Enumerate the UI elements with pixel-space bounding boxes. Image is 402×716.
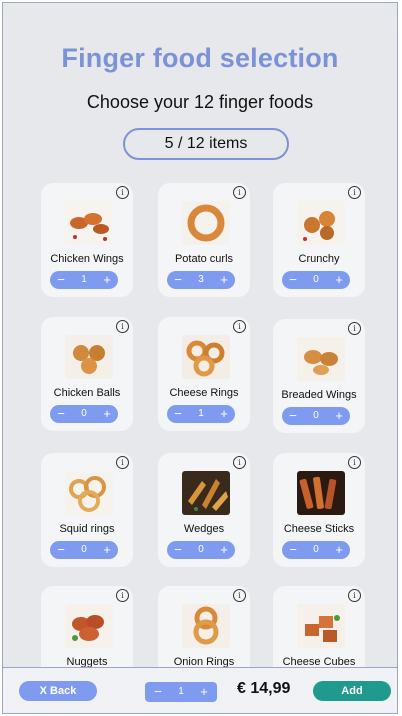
order-quantity-value: 1 xyxy=(178,686,184,697)
food-name: Breaded Wings xyxy=(281,389,357,401)
bottom-action-bar: X Back − 1 + € 14,99 Add xyxy=(3,667,397,713)
quantity-stepper: − 0 + xyxy=(50,541,118,559)
info-icon[interactable]: i xyxy=(348,589,361,602)
items-counter: 5 / 12 items xyxy=(123,128,289,160)
breaded-wings-image xyxy=(297,337,345,381)
info-icon[interactable]: i xyxy=(233,186,246,199)
cheese-sticks-image xyxy=(297,471,345,515)
increment-button[interactable]: + xyxy=(217,271,231,289)
decrement-button[interactable]: − xyxy=(54,541,68,559)
quantity-stepper: − 0 + xyxy=(50,405,118,423)
decrement-button[interactable]: − xyxy=(151,683,165,701)
food-name: Chicken Balls xyxy=(53,387,121,399)
food-name: Crunchy xyxy=(298,253,340,265)
cheese-rings-image xyxy=(182,335,230,379)
food-card-chicken-balls[interactable]: i Chicken Balls − 0 + xyxy=(41,317,133,431)
chicken-wings-image xyxy=(65,201,113,245)
info-icon[interactable]: i xyxy=(348,456,361,469)
increment-button[interactable]: + xyxy=(197,683,211,701)
quantity-stepper: − 0 + xyxy=(167,541,235,559)
increment-button[interactable]: + xyxy=(100,405,114,423)
quantity-stepper: − 1 + xyxy=(167,405,235,423)
food-card-chicken-wings[interactable]: i Chicken Wings − 1 + xyxy=(41,183,133,297)
increment-button[interactable]: + xyxy=(217,541,231,559)
quantity-value: 0 xyxy=(313,274,319,285)
decrement-button[interactable]: − xyxy=(54,405,68,423)
quantity-value: 1 xyxy=(198,408,204,419)
page-subtitle: Choose your 12 finger foods xyxy=(86,92,314,112)
quantity-value: 0 xyxy=(313,544,319,555)
quantity-stepper: − 0 + xyxy=(282,271,350,289)
crunchy-image xyxy=(297,201,345,245)
food-card-crunchy[interactable]: i Crunchy − 0 + xyxy=(273,183,365,297)
decrement-button[interactable]: − xyxy=(286,541,300,559)
quantity-stepper: − 3 + xyxy=(167,271,235,289)
increment-button[interactable]: + xyxy=(100,271,114,289)
quantity-value: 1 xyxy=(81,274,87,285)
decrement-button[interactable]: − xyxy=(171,271,185,289)
food-card-cheese-sticks[interactable]: i Cheese Sticks − 0 + xyxy=(273,453,365,567)
info-icon[interactable]: i xyxy=(233,320,246,333)
info-icon[interactable]: i xyxy=(116,589,129,602)
potato-curls-image xyxy=(182,201,230,245)
squid-rings-image xyxy=(65,471,113,515)
decrement-button[interactable]: − xyxy=(286,407,300,425)
add-button[interactable]: Add xyxy=(313,681,391,701)
increment-button[interactable]: + xyxy=(217,405,231,423)
food-name: Wedges xyxy=(183,523,225,535)
food-card-cheese-rings[interactable]: i Cheese Rings − 1 + xyxy=(158,317,250,431)
quantity-stepper: − 1 + xyxy=(50,271,118,289)
info-icon[interactable]: i xyxy=(233,589,246,602)
info-icon[interactable]: i xyxy=(116,456,129,469)
increment-button[interactable]: + xyxy=(332,271,346,289)
quantity-stepper: − 0 + xyxy=(282,541,350,559)
food-name: Squid rings xyxy=(59,523,115,535)
food-card-wedges[interactable]: i Wedges − 0 + xyxy=(158,453,250,567)
increment-button[interactable]: + xyxy=(100,541,114,559)
page-title: Finger food selection xyxy=(61,43,339,73)
nuggets-image xyxy=(65,604,113,648)
info-icon[interactable]: i xyxy=(116,320,129,333)
total-price: € 14,99 xyxy=(237,680,291,697)
food-name: Cheese Sticks xyxy=(283,523,355,535)
info-icon[interactable]: i xyxy=(348,186,361,199)
app-frame: Finger food selection Choose your 12 fin… xyxy=(2,2,398,714)
decrement-button[interactable]: − xyxy=(171,541,185,559)
quantity-value: 0 xyxy=(198,544,204,555)
food-name: Potato curls xyxy=(174,253,234,265)
order-quantity-stepper: − 1 + xyxy=(145,682,217,702)
increment-button[interactable]: + xyxy=(332,407,346,425)
quantity-value: 0 xyxy=(313,410,319,421)
info-icon[interactable]: i xyxy=(348,322,361,335)
decrement-button[interactable]: − xyxy=(54,271,68,289)
food-card-breaded-wings[interactable]: i Breaded Wings − 0 + xyxy=(273,319,365,433)
quantity-value: 0 xyxy=(81,408,87,419)
quantity-stepper: − 0 + xyxy=(282,407,350,425)
decrement-button[interactable]: − xyxy=(171,405,185,423)
cheese-cubes-image xyxy=(297,604,345,648)
back-button[interactable]: X Back xyxy=(19,681,97,701)
food-card-squid-rings[interactable]: i Squid rings − 0 + xyxy=(41,453,133,567)
food-card-potato-curls[interactable]: i Potato curls − 3 + xyxy=(158,183,250,297)
chicken-balls-image xyxy=(65,335,113,379)
decrement-button[interactable]: − xyxy=(286,271,300,289)
info-icon[interactable]: i xyxy=(116,186,129,199)
increment-button[interactable]: + xyxy=(332,541,346,559)
quantity-value: 0 xyxy=(81,544,87,555)
onion-rings-image xyxy=(182,604,230,648)
wedges-image xyxy=(182,471,230,515)
quantity-value: 3 xyxy=(198,274,204,285)
food-name: Cheese Rings xyxy=(169,387,239,399)
food-name: Chicken Wings xyxy=(50,253,124,265)
info-icon[interactable]: i xyxy=(233,456,246,469)
